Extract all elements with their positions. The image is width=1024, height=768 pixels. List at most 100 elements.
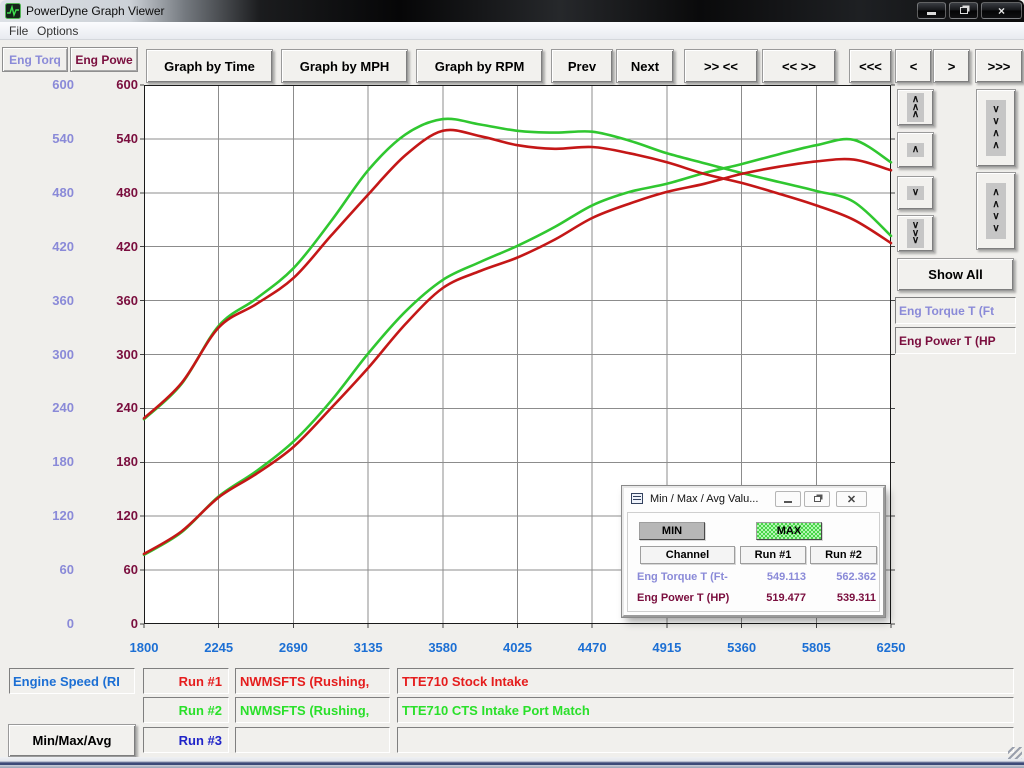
minimize-icon: [784, 501, 792, 503]
next-button[interactable]: Next: [616, 49, 674, 83]
channel-box-torque-label: Eng Torque T (Ft: [899, 304, 994, 318]
x-axis-tick-label: 1800: [114, 640, 174, 655]
row-run1-value: 519.477: [740, 592, 806, 604]
x-channel-box[interactable]: Engine Speed (RI: [9, 668, 135, 694]
chevron-down-icon: ∨: [907, 186, 924, 200]
run3-comment-box: [397, 727, 1014, 753]
zoom-in-x-button[interactable]: >> <<: [684, 49, 758, 83]
y-axis-tick-label: 420: [92, 239, 138, 254]
expand-y-button[interactable]: ∧ ∧ ∨ ∨: [976, 172, 1016, 250]
run1-comment-box: TTE710 Stock Intake: [397, 668, 1014, 694]
max-button[interactable]: MAX: [756, 522, 822, 540]
scroll-fast-left-button[interactable]: <<<: [849, 49, 892, 83]
run2-comment-box: TTE710 CTS Intake Port Match: [397, 697, 1014, 723]
run1-comment: TTE710 Stock Intake: [402, 674, 528, 689]
run2-name-box: Run #2: [143, 697, 229, 723]
expand-vertical-icon: ∧ ∧ ∨ ∨: [986, 183, 1005, 239]
run2-operator-box: NWMSFTS (Rushing,: [235, 697, 390, 723]
y-axis-tick-label: 60: [28, 562, 74, 577]
menu-file[interactable]: File: [9, 24, 28, 38]
scroll-up-fast-button[interactable]: ∧ ∧ ∧: [897, 89, 934, 126]
close-button[interactable]: ×: [981, 2, 1022, 19]
minmax-close-button[interactable]: ✕: [836, 491, 867, 507]
minmax-minimize-button[interactable]: [775, 491, 801, 507]
y-axis-tick-label: 300: [92, 347, 138, 362]
y-axis-tick-label: 480: [92, 185, 138, 200]
compress-y-button[interactable]: ∨ ∨ ∧ ∧: [976, 89, 1016, 167]
y-axis-tick-label: 360: [92, 293, 138, 308]
restore-icon: [960, 7, 968, 14]
x-channel-label: Engine Speed (RI: [13, 674, 120, 689]
x-axis-tick-label: 3135: [338, 640, 398, 655]
minmax-body: MIN MAX Channel Run #1 Run #2 Eng Torque…: [627, 512, 880, 612]
x-axis-tick-label: 5360: [712, 640, 772, 655]
x-axis-tick-label: 6250: [861, 640, 921, 655]
restore-button[interactable]: [949, 2, 978, 19]
channel-box-torque[interactable]: Eng Torque T (Ft: [895, 297, 1016, 324]
y-axis-tick-label: 60: [92, 562, 138, 577]
triple-chevron-up-icon: ∧ ∧ ∧: [907, 93, 924, 122]
y-axis-tick-label: 420: [28, 239, 74, 254]
row-channel-label: Eng Power T (HP): [637, 592, 742, 604]
run1-name-box: Run #1: [143, 668, 229, 694]
app-icon: [5, 3, 21, 19]
restore-icon: [814, 496, 821, 502]
x-axis-tick-label: 2690: [263, 640, 323, 655]
min-button[interactable]: MIN: [639, 522, 705, 540]
zoom-out-x-button[interactable]: << >>: [762, 49, 836, 83]
y-axis-tick-label: 600: [92, 77, 138, 92]
resize-grip[interactable]: [1008, 747, 1022, 759]
y-axis-tick-label: 120: [28, 508, 74, 523]
y-axis-tick-label: 120: [92, 508, 138, 523]
app-window: PowerDyne Graph Viewer × File Options En…: [0, 0, 1024, 768]
column-header-channel[interactable]: Channel: [640, 546, 735, 564]
scroll-right-button[interactable]: >: [933, 49, 970, 83]
y-axis-tick-label: 240: [28, 400, 74, 415]
prev-button[interactable]: Prev: [551, 49, 613, 83]
y-axis-tick-label: 0: [92, 616, 138, 631]
y-axis-torque-labels: 060120180240300360420480540600: [28, 0, 74, 768]
scroll-down-fast-button[interactable]: ∨ ∨ ∨: [897, 215, 934, 252]
minmax-values-window: Min / Max / Avg Valu... ✕ MIN MAX Channe…: [622, 486, 885, 617]
scroll-left-button[interactable]: <: [895, 49, 932, 83]
y-axis-tick-label: 300: [28, 347, 74, 362]
run3-name-box: Run #3: [143, 727, 229, 753]
triple-chevron-down-icon: ∨ ∨ ∨: [907, 219, 924, 248]
window-bottom-edge: [0, 757, 1024, 768]
scroll-up-button[interactable]: ∧: [897, 132, 934, 168]
y-axis-tick-label: 180: [28, 454, 74, 469]
graph-by-mph-button[interactable]: Graph by MPH: [281, 49, 408, 83]
y-axis-tick-label: 180: [92, 454, 138, 469]
x-axis-tick-label: 4915: [637, 640, 697, 655]
y-axis-tick-label: 540: [92, 131, 138, 146]
y-axis-tick-label: 360: [28, 293, 74, 308]
row-run2-value: 539.311: [810, 592, 876, 604]
column-header-run1[interactable]: Run #1: [740, 546, 806, 564]
row-run2-value: 562.362: [810, 571, 876, 583]
y-axis-tick-label: 480: [28, 185, 74, 200]
minimize-button[interactable]: [917, 2, 946, 19]
channel-box-power[interactable]: Eng Power T (HP: [895, 327, 1016, 354]
run3-operator-box: [235, 727, 390, 753]
menu-bar: File Options: [0, 22, 1024, 40]
minmax-window-title: Min / Max / Avg Valu...: [650, 493, 758, 505]
close-icon: ✕: [847, 493, 856, 506]
scroll-fast-right-button[interactable]: >>>: [975, 49, 1023, 83]
minmaxavg-button[interactable]: Min/Max/Avg: [8, 724, 136, 757]
x-axis-tick-label: 3580: [413, 640, 473, 655]
run1-operator: NWMSFTS (Rushing,: [240, 674, 369, 689]
x-axis-labels: 1800224526903135358040254470491553605805…: [144, 640, 891, 656]
minmax-title-bar[interactable]: Min / Max / Avg Valu... ✕: [624, 488, 883, 510]
graph-by-rpm-button[interactable]: Graph by RPM: [416, 49, 543, 83]
run2-name: Run #2: [179, 703, 222, 718]
column-header-run2[interactable]: Run #2: [810, 546, 877, 564]
x-axis-tick-label: 4025: [488, 640, 548, 655]
show-all-button[interactable]: Show All: [897, 258, 1014, 291]
row-run1-value: 549.113: [740, 571, 806, 583]
minmax-restore-button[interactable]: [804, 491, 830, 507]
minmax-window-icon: [631, 493, 643, 504]
y-axis-tick-label: 600: [28, 77, 74, 92]
scroll-down-button[interactable]: ∨: [897, 176, 934, 210]
graph-by-time-button[interactable]: Graph by Time: [146, 49, 273, 83]
chevron-up-icon: ∧: [907, 143, 924, 157]
